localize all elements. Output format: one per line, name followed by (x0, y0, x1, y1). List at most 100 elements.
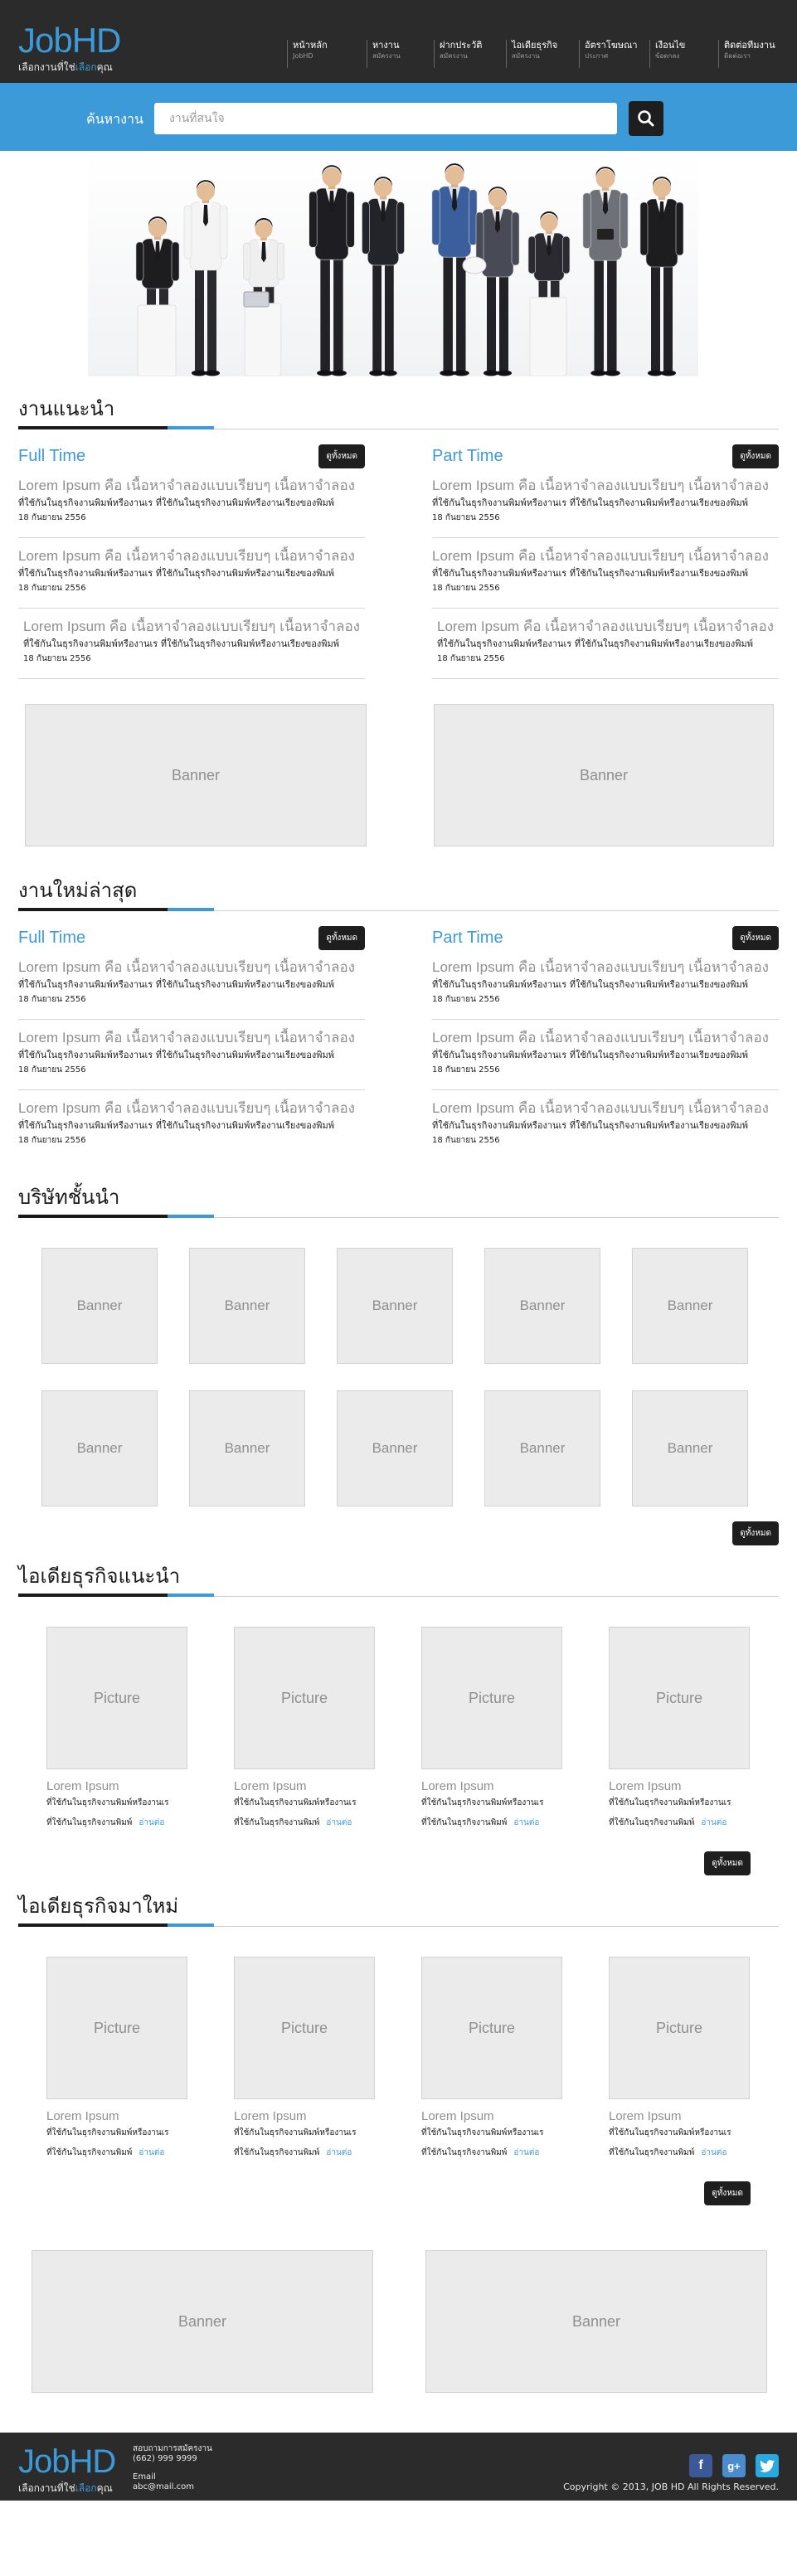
twitter-bird-icon (760, 2459, 775, 2472)
view-all-button[interactable]: ดูทั้งหมด (318, 926, 365, 950)
idea-picture[interactable]: Picture (234, 1957, 375, 2099)
idea-title: Lorem Ipsum (46, 2109, 119, 2123)
read-more-link[interactable]: อ่านต่อ (701, 1818, 727, 1827)
job-item[interactable]: Lorem Ipsum คือ เนื้อหาจำลองแบบเรียบๆ เน… (432, 949, 779, 1020)
banner-ad[interactable]: Banner (425, 2250, 767, 2393)
section-title: ไอเดียธุรกิจแนะนำ (18, 1565, 181, 1588)
social-links: f g+ (679, 2454, 779, 2477)
banner-ad[interactable]: Banner (434, 704, 774, 847)
company-banner[interactable]: Banner (189, 1390, 305, 1506)
banner-ad[interactable]: Banner (25, 704, 367, 847)
view-all-button[interactable]: ดูทั้งหมด (318, 444, 365, 468)
company-banner[interactable]: Banner (632, 1390, 748, 1506)
job-item[interactable]: Lorem Ipsum คือ เนื้อหาจำลองแบบเรียบๆ เน… (18, 609, 365, 679)
company-banner[interactable]: Banner (484, 1248, 600, 1364)
idea-picture[interactable]: Picture (46, 1627, 187, 1769)
idea-picture[interactable]: Picture (46, 1957, 187, 2099)
idea-title: Lorem Ipsum (421, 1779, 494, 1793)
idea-card[interactable]: Picture Lorem Ipsum ที่ใช้กันในธุรกิจงาน… (421, 1957, 562, 2163)
company-banner[interactable]: Banner (41, 1390, 158, 1506)
company-banner[interactable]: Banner (484, 1390, 600, 1506)
idea-card[interactable]: Picture Lorem Ipsum ที่ใช้กันในธุรกิจงาน… (421, 1627, 562, 1833)
company-banner[interactable]: Banner (41, 1248, 158, 1364)
job-item[interactable]: Lorem Ipsum คือ เนื้อหาจำลองแบบเรียบๆ เน… (18, 1090, 365, 1160)
idea-card[interactable]: Picture Lorem Ipsum ที่ใช้กันในธุรกิจงาน… (234, 1627, 375, 1833)
company-banner[interactable]: Banner (337, 1390, 453, 1506)
job-item[interactable]: Lorem Ipsum คือ เนื้อหาจำลองแบบเรียบๆ เน… (18, 538, 365, 609)
nav-find-jobs[interactable]: หางาน สมัครงาน (367, 40, 430, 68)
read-more-link[interactable]: อ่านต่อ (513, 1818, 539, 1827)
business-ideas-recommended-section: ไอเดียธุรกิจแนะนำ Picture Lorem Ipsum ที… (18, 1564, 779, 1875)
job-item[interactable]: Lorem Ipsum คือ เนื้อหาจำลองแบบเรียบๆ เน… (18, 1020, 365, 1090)
nav-terms[interactable]: เงื่อนไข ข้อตกลง (649, 40, 714, 68)
view-all-button[interactable]: ดูทั้งหมด (732, 926, 779, 950)
search-button[interactable] (629, 101, 663, 136)
column-title: Part Time (432, 929, 503, 947)
idea-picture[interactable]: Picture (421, 1957, 562, 2099)
idea-title: Lorem Ipsum (234, 2109, 307, 2123)
idea-grid: Picture Lorem Ipsum ที่ใช้กันในธุรกิจงาน… (46, 1957, 779, 2163)
section-header: งานใหม่ล่าสุด (18, 878, 779, 911)
site-logo[interactable]: JobHD เลือกงานที่ใช่เลือกคุณ (18, 23, 121, 75)
job-item[interactable]: Lorem Ipsum คือ เนื้อหาจำลองแบบเรียบๆ เน… (432, 1020, 779, 1090)
idea-title: Lorem Ipsum (609, 2109, 682, 2123)
idea-picture[interactable]: Picture (234, 1627, 375, 1769)
job-item[interactable]: Lorem Ipsum คือ เนื้อหาจำลองแบบเรียบๆ เน… (432, 538, 779, 609)
facebook-icon[interactable]: f (689, 2454, 712, 2477)
nav-post-resume[interactable]: ฝากประวัติ สมัครงาน (434, 40, 502, 68)
job-item[interactable]: Lorem Ipsum คือ เนื้อหาจำลองแบบเรียบๆ เน… (18, 949, 365, 1020)
read-more-link[interactable]: อ่านต่อ (326, 2148, 352, 2157)
company-logo-grid: Banner Banner Banner Banner Banner Banne… (41, 1248, 779, 1506)
read-more-link[interactable]: อ่านต่อ (139, 1818, 164, 1827)
view-all-button[interactable]: ดูทั้งหมด (732, 1521, 779, 1545)
featured-jobs-section: งานแนะนำ Full Time ดูทั้งหมด Lorem Ipsum… (18, 396, 779, 847)
idea-title: Lorem Ipsum (234, 1779, 307, 1793)
job-item[interactable]: Lorem Ipsum คือ เนื้อหาจำลองแบบเรียบๆ เน… (432, 609, 779, 679)
twitter-icon[interactable] (756, 2454, 779, 2477)
nav-contact[interactable]: ติดต่อทีมงาน ติดต่อเรา (718, 40, 788, 68)
company-banner[interactable]: Banner (632, 1248, 748, 1364)
idea-card[interactable]: Picture Lorem Ipsum ที่ใช้กันในธุรกิจงาน… (609, 1957, 750, 2163)
read-more-link[interactable]: อ่านต่อ (139, 2148, 164, 2157)
view-all-button[interactable]: ดูทั้งหมด (704, 2181, 751, 2205)
company-banner[interactable]: Banner (189, 1248, 305, 1364)
job-item[interactable]: Lorem Ipsum คือ เนื้อหาจำลองแบบเรียบๆ เน… (432, 1090, 779, 1160)
nav-business-ideas[interactable]: ไอเดียธุรกิจ สมัครงาน (506, 40, 575, 68)
search-input[interactable] (154, 103, 617, 134)
contact-email[interactable]: abc@mail.com (133, 2482, 212, 2492)
idea-picture[interactable]: Picture (609, 1957, 750, 2099)
view-all-button[interactable]: ดูทั้งหมด (704, 1851, 751, 1875)
read-more-link[interactable]: อ่านต่อ (701, 2148, 727, 2157)
idea-title: Lorem Ipsum (421, 2109, 494, 2123)
view-all-button[interactable]: ดูทั้งหมด (732, 444, 779, 468)
nav-ad-rates[interactable]: อัตราโฆษณา ประกาศ (579, 40, 645, 68)
read-more-link[interactable]: อ่านต่อ (326, 1818, 352, 1827)
nav-home[interactable]: หน้าหลัก JobHD (287, 40, 362, 68)
column-title: Full Time (18, 447, 86, 465)
googleplus-icon[interactable]: g+ (722, 2454, 746, 2477)
contact-title: สอบถามการสมัครงาน (133, 2444, 212, 2453)
section-header: งานแนะนำ (18, 396, 779, 429)
idea-picture[interactable]: Picture (609, 1627, 750, 1769)
footer-logo[interactable]: JobHD เลือกงานที่ใช่เลือกคุณ (18, 2443, 116, 2496)
section-title: งานแนะนำ (18, 397, 115, 420)
fulltime-column: Full Time ดูทั้งหมด Lorem Ipsum คือ เนื้… (18, 444, 367, 847)
job-item[interactable]: Lorem Ipsum คือ เนื้อหาจำลองแบบเรียบๆ เน… (432, 468, 779, 538)
idea-card[interactable]: Picture Lorem Ipsum ที่ใช้กันในธุรกิจงาน… (46, 1627, 187, 1833)
bottom-banner-row: Banner Banner (32, 2250, 767, 2393)
idea-card[interactable]: Picture Lorem Ipsum ที่ใช้กันในธุรกิจงาน… (46, 1957, 187, 2163)
read-more-link[interactable]: อ่านต่อ (513, 2148, 539, 2157)
copyright-text: Copyright © 2013, JOB HD All Rights Rese… (563, 2481, 779, 2492)
section-header: บริษัทชั้นนำ (18, 1185, 779, 1218)
idea-picture[interactable]: Picture (421, 1627, 562, 1769)
idea-card[interactable]: Picture Lorem Ipsum ที่ใช้กันในธุรกิจงาน… (609, 1627, 750, 1833)
logo-text: JobHD (18, 2443, 116, 2480)
idea-grid: Picture Lorem Ipsum ที่ใช้กันในธุรกิจงาน… (46, 1627, 779, 1833)
job-item[interactable]: Lorem Ipsum คือ เนื้อหาจำลองแบบเรียบๆ เน… (18, 468, 365, 538)
idea-card[interactable]: Picture Lorem Ipsum ที่ใช้กันในธุรกิจงาน… (234, 1957, 375, 2163)
banner-ad[interactable]: Banner (32, 2250, 373, 2393)
company-banner[interactable]: Banner (337, 1248, 453, 1364)
site-header: JobHD เลือกงานที่ใช่เลือกคุณ หน้าหลัก Jo… (0, 0, 797, 83)
idea-title: Lorem Ipsum (609, 1779, 682, 1793)
logo-tagline: เลือกงานที่ใช่เลือกคุณ (18, 61, 113, 73)
